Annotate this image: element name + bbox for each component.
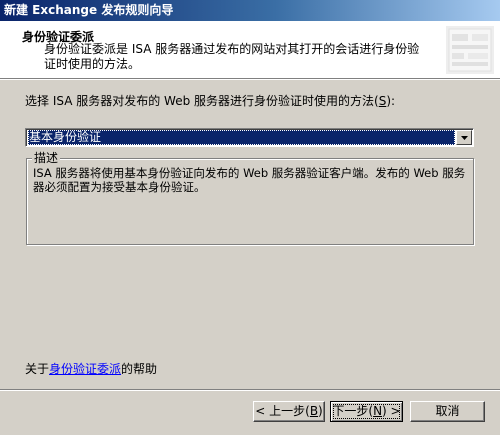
cancel-button[interactable]: 取消	[410, 401, 485, 422]
wizard-header-graphic-icon	[446, 26, 494, 74]
dropdown-button[interactable]	[456, 130, 472, 145]
selected-method: 基本身份验证	[28, 130, 455, 145]
help-link[interactable]: 身份验证委派	[49, 362, 121, 376]
help-line: 关于身份验证委派的帮助	[25, 360, 157, 377]
window-title: 新建 Exchange 发布规则向导	[4, 3, 174, 17]
next-button[interactable]: 下一步(N) >	[330, 401, 403, 422]
authentication-method-label: 选择 ISA 服务器对发布的 Web 服务器进行身份验证时使用的方法(S):	[25, 94, 396, 108]
description-legend: 描述	[32, 151, 61, 165]
description-groupbox: 描述 ISA 服务器将使用基本身份验证向发布的 Web 服务器验证客户端。发布的…	[26, 151, 474, 245]
button-divider	[0, 389, 500, 391]
wizard-header: 身份验证委派 身份验证委派是 ISA 服务器通过发布的网站对其打开的会话进行身份…	[0, 21, 500, 78]
window-title-bar[interactable]: 新建 Exchange 发布规则向导	[0, 0, 500, 21]
header-divider	[0, 78, 500, 80]
authentication-method-select[interactable]: 基本身份验证	[25, 128, 474, 147]
help-suffix: 的帮助	[121, 362, 158, 376]
description-text: ISA 服务器将使用基本身份验证向发布的 Web 服务器验证客户端。发布的 We…	[33, 166, 466, 194]
chevron-down-icon	[461, 136, 468, 140]
help-prefix: 关于	[25, 362, 50, 376]
page-description: 身份验证委派是 ISA 服务器通过发布的网站对其打开的会话进行身份验证时使用的方…	[44, 42, 420, 71]
back-button[interactable]: < 上一步(B)	[253, 401, 325, 422]
